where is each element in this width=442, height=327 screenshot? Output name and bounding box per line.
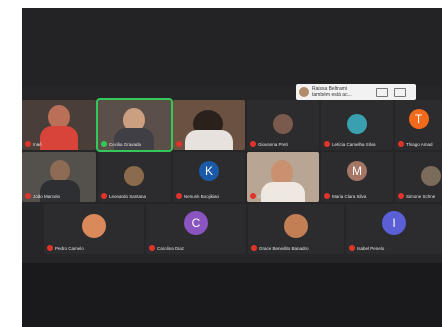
view-icon[interactable] [376,88,388,97]
mic-muted-icon [250,193,256,199]
participant-tile[interactable]: M Maria Clara Silva [321,152,393,202]
mic-muted-icon [25,193,31,199]
participant-name: Giovanna Preti [250,141,288,147]
participant-photo [82,214,106,238]
participant-name: Grace Benedito Banadro [251,245,309,251]
participant-name: Isabel Penelo [349,245,384,251]
notification-avatar [299,87,309,97]
mic-muted-icon [176,141,182,147]
participant-video [261,182,305,202]
participant-video [185,130,233,150]
mic-muted-icon [176,193,182,199]
mic-muted-icon [349,245,355,251]
participant-name: Carolina Diaz [149,245,184,251]
participant-tile[interactable]: Grace Benedito Banadro [248,204,344,254]
participant-initial-avatar: T [408,109,429,129]
participant-tile[interactable]: Giovanna Preti [247,100,319,150]
participant-tile[interactable]: I Isabel Penelo [346,204,442,254]
participant-video [40,126,78,150]
participant-tile[interactable]: Cláudia Alecia [247,152,319,202]
participant-initial-avatar: K [199,161,219,181]
participant-photo [421,166,441,186]
participant-name: Nenunk Boojikian [176,193,219,199]
mic-muted-icon [47,245,53,251]
participant-tile[interactable]: João Marcelo [22,152,96,202]
participant-tile[interactable]: Inaê [22,100,96,150]
mic-muted-icon [25,141,31,147]
participant-name: Thiago Amad [398,141,433,147]
participant-name: Simone Schne [398,193,435,199]
participant-name: Cecilia Gravada [101,141,141,147]
participant-tile[interactable]: Pedro Camelo [44,204,144,254]
participant-name [176,141,184,147]
join-notification[interactable]: Raissa Beltrami também está ac... [296,84,416,100]
more-icon[interactable] [394,88,406,97]
participant-photo [284,214,308,238]
participant-name: Leonardo Santana [101,193,146,199]
mic-muted-icon [324,193,330,199]
participant-name: Pedro Camelo [47,245,84,251]
mic-muted-icon [398,193,404,199]
participant-tile-active[interactable]: Cecilia Gravada [96,98,173,152]
bottom-bar [22,263,442,327]
mic-muted-icon [101,193,107,199]
mic-muted-icon [250,141,256,147]
participant-photo [273,114,293,134]
mic-muted-icon [324,141,330,147]
participant-initial-avatar: M [347,161,367,181]
participant-name: Cláudia Alecia [250,193,287,199]
participant-tile[interactable]: Leonardo Santana [98,152,171,202]
mic-active-icon [101,141,107,147]
notification-text: Raissa Beltrami também está ac... [312,86,352,98]
participant-tile[interactable]: K Nenunk Boojikian [173,152,245,202]
participant-photo [124,166,144,186]
participant-tile[interactable]: C Carolina Diaz [146,204,246,254]
participant-tile[interactable]: Simone Schne [395,152,442,202]
participant-initial-avatar: I [382,211,406,235]
participant-video [50,160,70,182]
participant-tile[interactable] [173,100,245,150]
participant-initial-avatar: C [184,211,208,235]
participant-name: Letícia Camelha Silva [324,141,376,147]
mic-muted-icon [149,245,155,251]
participant-name: Inaê [25,141,42,147]
participant-name: Maria Clara Silva [324,193,366,199]
mic-muted-icon [251,245,257,251]
participant-photo [347,114,367,134]
mic-muted-icon [398,141,404,147]
top-bar [22,8,442,86]
participant-name: João Marcelo [25,193,60,199]
participant-tile[interactable]: Letícia Camelha Silva [321,100,393,150]
participant-tile[interactable]: T Thiago Amad [395,100,442,150]
